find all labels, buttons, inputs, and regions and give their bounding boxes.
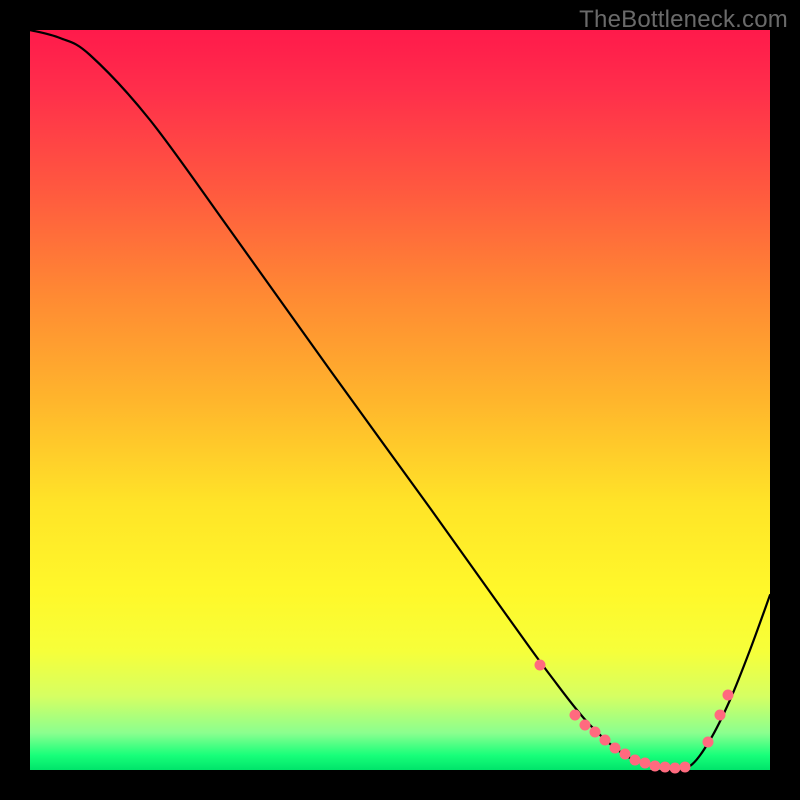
curve-marker bbox=[715, 710, 726, 721]
curve-marker bbox=[535, 660, 546, 671]
curve-marker bbox=[580, 720, 591, 731]
curve-marker bbox=[610, 743, 621, 754]
curve-marker bbox=[590, 727, 601, 738]
marker-layer bbox=[535, 660, 734, 774]
curve-marker bbox=[660, 762, 671, 773]
curve-marker bbox=[670, 763, 681, 774]
chart-stage: TheBottleneck.com bbox=[0, 0, 800, 800]
plot-area bbox=[30, 30, 770, 770]
curve-marker bbox=[650, 761, 661, 772]
curve-marker bbox=[640, 758, 651, 769]
curve-marker bbox=[600, 735, 611, 746]
curve-marker bbox=[570, 710, 581, 721]
chart-svg bbox=[30, 30, 770, 770]
curve-marker bbox=[703, 737, 714, 748]
curve-marker bbox=[723, 690, 734, 701]
curve-marker bbox=[680, 762, 691, 773]
bottleneck-curve bbox=[30, 30, 770, 769]
curve-marker bbox=[620, 749, 631, 760]
curve-marker bbox=[630, 755, 641, 766]
